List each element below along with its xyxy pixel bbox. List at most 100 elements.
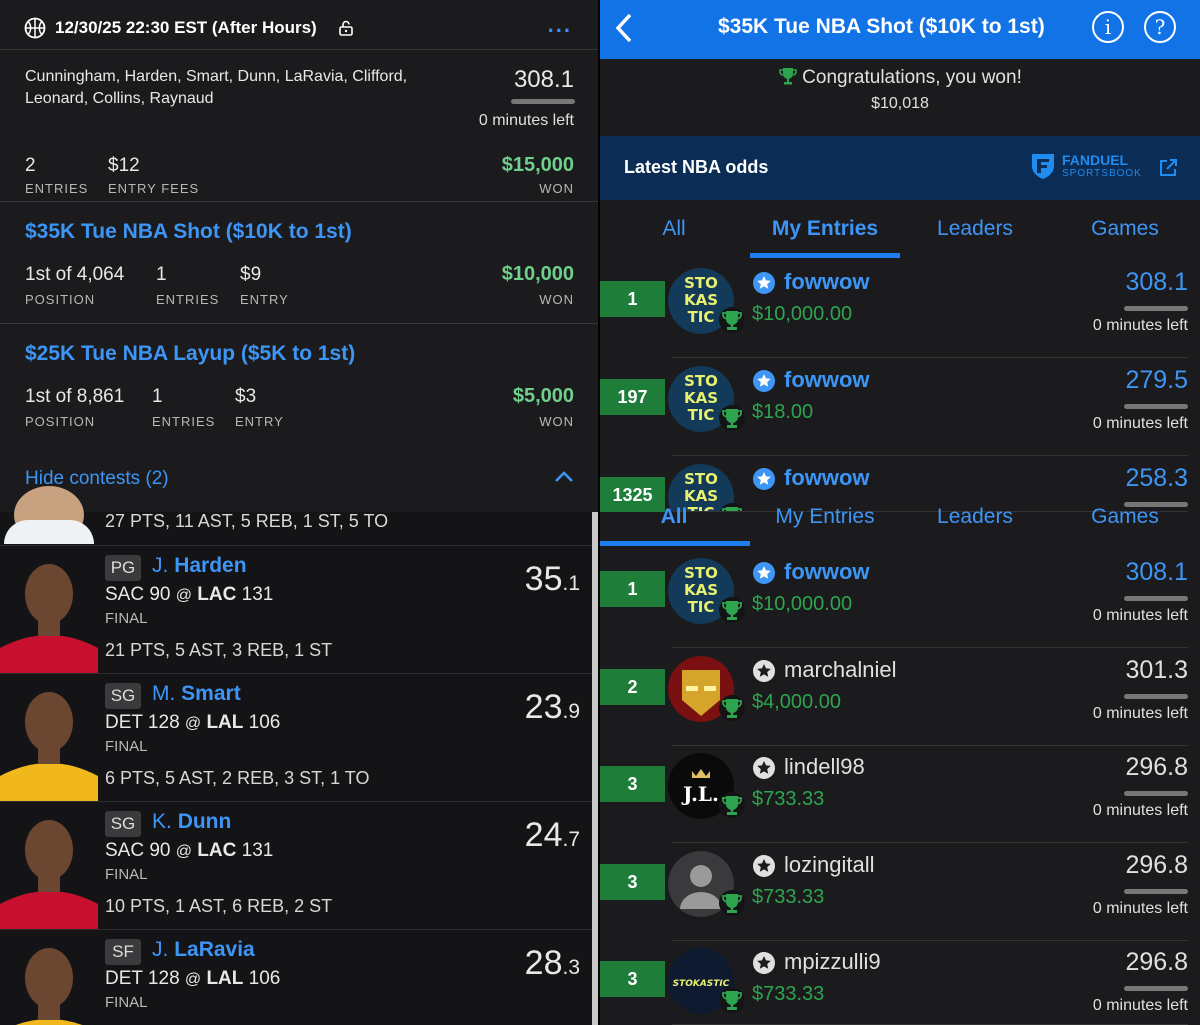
progress-bar (1124, 306, 1188, 311)
divider (0, 323, 598, 324)
position-badge: SG (105, 683, 141, 709)
odds-title: Latest NBA odds (624, 157, 769, 177)
entry-row[interactable]: 1 STO KAS TIC fowwow $10,000.00 308.1 0 minutes… (600, 550, 1200, 648)
game-score: SAC 90 @ LAC 131 (105, 840, 273, 862)
svg-text:TIC: TIC (688, 598, 715, 616)
back-arrow-icon[interactable] (614, 12, 634, 44)
entry-row[interactable]: 197 STO KAS TIC fowwow $18.00 279.5 0 minutes l… (600, 358, 1200, 456)
help-icon[interactable]: ? (1144, 11, 1176, 43)
home-team-score: 131 (241, 840, 274, 861)
player-name-link[interactable]: M. Smart (152, 682, 241, 706)
progress-bar (1124, 404, 1188, 409)
lineup-panel: 12/30/25 22:30 EST (After Hours) ... Cun… (0, 0, 598, 1025)
entry-prize: $10,000.00 (752, 303, 853, 325)
entry-row[interactable]: 3 lozingitall $733.33 296.8 0 minutes left (600, 843, 1200, 941)
tab-leaders[interactable]: Leaders (900, 488, 1050, 548)
star-icon[interactable] (752, 951, 776, 975)
contest-position: 1st of 8,861 (25, 386, 125, 407)
chevron-up-icon[interactable] (554, 470, 574, 484)
player-fantasy-points: 35.1 (525, 560, 580, 599)
points-decimal: .7 (562, 828, 580, 851)
game-status: FINAL (105, 738, 148, 755)
lineup-score: 308.1 (513, 66, 574, 93)
entry-row[interactable]: 2 marchalniel $4,000.00 301.3 0 minutes left (600, 648, 1200, 746)
entries-label: ENTRIES (25, 181, 89, 196)
entry-prize: $733.33 (752, 983, 825, 1005)
svg-text:STO: STO (684, 564, 718, 582)
player-row[interactable]: PG J. Harden SAC 90 @ LAC 131 FINAL 21 PTS, … (0, 545, 592, 674)
player-last-name: LaRavia (174, 938, 255, 961)
entry-row[interactable]: 1 STO KAS TIC fowwow $10,000.00 308.1 0 minutes… (600, 260, 1200, 358)
tab-games[interactable]: Games (1050, 488, 1200, 548)
player-stat-line: 10 PTS, 1 AST, 6 REB, 2 ST (105, 896, 333, 916)
player-row[interactable]: SF J. LaRavia DET 128 @ LAL 106 FINAL 28.3 (0, 929, 592, 1025)
trophy-icon (718, 889, 746, 917)
game-score: DET 128 @ LAL 106 (105, 968, 280, 990)
player-fantasy-points: 24.7 (525, 816, 580, 855)
tab-my-entries[interactable]: My Entries (750, 488, 900, 548)
entry-label: ENTRY (240, 292, 289, 307)
entry-label: ENTRY (235, 414, 284, 429)
star-icon[interactable] (752, 854, 776, 878)
fanduel-logo: FANDUEL SPORTSBOOK (1062, 152, 1142, 179)
star-icon[interactable] (752, 561, 776, 585)
contest-title-link[interactable]: $25K Tue NBA Layup ($5K to 1st) (25, 342, 355, 366)
entry-prize: $733.33 (752, 886, 825, 908)
username[interactable]: mpizzulli9 (784, 949, 881, 975)
contest-entry-fee: $3 (235, 386, 257, 407)
username[interactable]: fowwow (784, 367, 870, 393)
odds-banner[interactable]: Latest NBA odds FANDUEL SPORTSBOOK (600, 136, 1200, 200)
info-icon[interactable]: i (1092, 11, 1124, 43)
player-name-link[interactable]: J. Harden (152, 554, 247, 578)
contest-won-value: $5,000 (512, 385, 574, 407)
username[interactable]: fowwow (784, 559, 870, 585)
trophy-icon (718, 306, 746, 334)
player-last-name: Harden (174, 554, 247, 577)
scrollbar[interactable] (592, 512, 598, 1025)
username[interactable]: lindell98 (784, 754, 865, 780)
star-icon[interactable] (752, 369, 776, 393)
points-whole: 23 (524, 688, 563, 726)
rank-badge: 1 (600, 281, 665, 317)
points-whole: 35 (524, 560, 563, 598)
username[interactable]: fowwow (784, 269, 870, 295)
star-icon[interactable] (752, 659, 776, 683)
player-fantasy-points: 28.3 (525, 944, 580, 983)
star-icon[interactable] (752, 756, 776, 780)
external-link-icon[interactable] (1158, 158, 1178, 178)
tab-my-entries[interactable]: My Entries (750, 200, 900, 260)
username[interactable]: lozingitall (784, 852, 875, 878)
game-score: DET 128 @ LAL 106 (105, 712, 280, 734)
more-options-button[interactable]: ... (548, 12, 572, 38)
tab-all[interactable]: All (624, 200, 724, 260)
player-row[interactable]: SG M. Smart DET 128 @ LAL 106 FINAL 6 PTS, 5… (0, 673, 592, 802)
player-name-link[interactable]: K. Dunn (152, 810, 231, 834)
player-row[interactable]: SG K. Dunn SAC 90 @ LAC 131 FINAL 10 PTS, 1 … (0, 801, 592, 930)
rank-badge: 3 (600, 864, 665, 900)
entry-row[interactable]: 3 J.L. lindell98 $733.33 296.8 0 minutes left (600, 745, 1200, 843)
rank-badge: 3 (600, 961, 665, 997)
contest-header: $35K Tue NBA Shot ($10K to 1st) i ? (600, 0, 1200, 59)
entry-row[interactable]: 3 STOKASTIC mpizzulli9 $733.33 296.8 0 minute… (600, 940, 1200, 1025)
minutes-left: 0 minutes left (1092, 802, 1188, 819)
total-won-value: $15,000 (501, 154, 574, 176)
points-decimal: .9 (562, 700, 580, 723)
player-name-link[interactable]: J. LaRavia (152, 938, 255, 962)
svg-text:STO: STO (684, 372, 718, 390)
congrats-text: Congratulations, you won! (802, 67, 1022, 88)
star-icon[interactable] (752, 271, 776, 295)
tab-all[interactable]: All (624, 488, 724, 548)
lineup-timestamp: 12/30/25 22:30 EST (After Hours) (55, 18, 317, 37)
position-label: POSITION (25, 292, 96, 307)
progress-bar (1124, 889, 1188, 894)
player-stat-line: 21 PTS, 5 AST, 3 REB, 1 ST (105, 640, 333, 660)
trophy-icon (718, 791, 746, 819)
win-banner: Congratulations, you won! $10,018 (600, 66, 1200, 113)
username[interactable]: marchalniel (784, 657, 897, 683)
trophy-icon (779, 68, 797, 85)
tab-games[interactable]: Games (1050, 200, 1200, 260)
player-initial: J. (152, 938, 169, 961)
tab-leaders[interactable]: Leaders (900, 200, 1050, 260)
contest-title-link[interactable]: $35K Tue NBA Shot ($10K to 1st) (25, 220, 352, 244)
points-decimal: .1 (562, 572, 580, 595)
